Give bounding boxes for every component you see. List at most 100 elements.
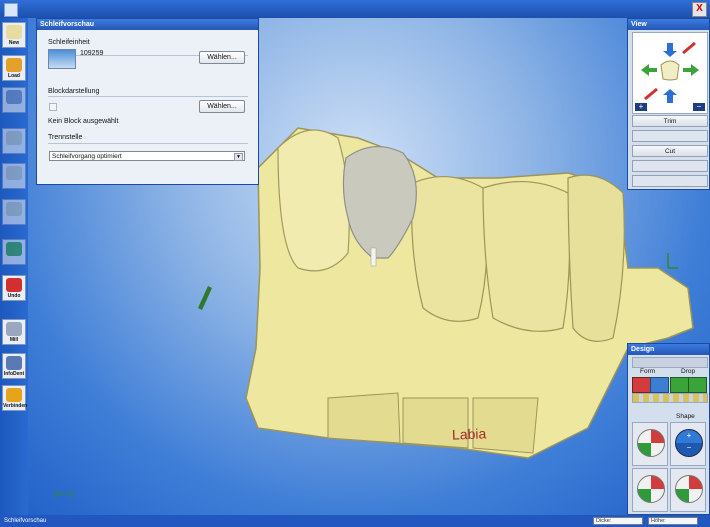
tooth-icon: [6, 25, 22, 39]
choose-block-button[interactable]: Wählen...: [199, 100, 245, 113]
info-icon: [6, 356, 22, 370]
rotate-ccw-icon[interactable]: [644, 87, 658, 101]
forward-arrow-icon: [6, 242, 22, 256]
dicke-field: Dicke:: [593, 517, 643, 525]
base-block-1: [327, 392, 401, 444]
arrow-down-icon[interactable]: [663, 89, 677, 103]
toolbar-button-tooth-icon[interactable]: [2, 128, 26, 154]
panel-title: View: [628, 19, 709, 30]
tooth-icon: [6, 202, 22, 216]
tooth-icon: [6, 131, 22, 145]
rotate-cw-icon[interactable]: [682, 41, 696, 55]
toolbar-button-label: Verbinden: [3, 403, 28, 409]
arrow-left-icon[interactable]: [641, 64, 657, 76]
shape-label: Shape: [676, 413, 695, 420]
app-icon: [4, 3, 18, 17]
panel-title: Design: [628, 344, 709, 355]
arrow-right-icon[interactable]: [683, 64, 699, 76]
separation-value: Schleifvorgang optimiert: [52, 153, 122, 160]
design-mode-bar[interactable]: [632, 357, 708, 368]
crown-sprue: [370, 247, 377, 267]
main-toolbar: New Load Undo Mill InfoDent Verbinden: [0, 18, 28, 515]
separation-group-label: Trennstelle: [48, 134, 83, 141]
block-group-label: Blockdarstellung: [48, 88, 100, 95]
toolbar-button-undo[interactable]: Undo: [2, 275, 26, 301]
view-orientation-widget[interactable]: + −: [632, 32, 708, 114]
view-button-disabled-3[interactable]: [632, 160, 708, 172]
form-tool-button[interactable]: [632, 377, 651, 393]
lifebuoy-icon: [637, 475, 665, 503]
folder-icon: [6, 58, 22, 72]
title-bar: X: [0, 0, 710, 18]
toolbar-button-label: Mill: [9, 337, 19, 343]
zoom-out-button[interactable]: −: [693, 103, 705, 111]
panel-title: Schleifvorschau: [37, 19, 258, 30]
toolbar-button-label: Undo: [7, 293, 21, 299]
view-button-disabled-4[interactable]: [632, 175, 708, 187]
smooth-tool-tile-2[interactable]: [632, 468, 668, 512]
toolbar-button-new[interactable]: New: [2, 22, 26, 48]
orientation-marker: [198, 286, 212, 310]
form-tool-button-2[interactable]: [650, 377, 669, 393]
schleifvorschau-panel: Schleifvorschau Schleifeinheit 109259 Wä…: [36, 18, 259, 185]
toolbar-button-label: Load: [8, 73, 20, 79]
toolbar-button-tooth-icon[interactable]: [2, 199, 26, 225]
view-panel: View + − Trim Cut: [627, 18, 710, 190]
tooth-icon: [660, 60, 680, 81]
shape-adjust-icon: + −: [675, 429, 703, 457]
zoom-in-button[interactable]: +: [635, 103, 647, 111]
tooth-left: [277, 129, 350, 272]
toolbar-button-forward-arrow-icon[interactable]: [2, 239, 26, 265]
axis-indicator: [667, 253, 678, 269]
shape-tool-tile[interactable]: + −: [670, 422, 706, 466]
view-button-cut[interactable]: Cut: [632, 145, 708, 157]
labial-label: Labia: [451, 425, 487, 443]
toolbar-button-mill[interactable]: Mill: [2, 319, 26, 345]
toolbar-button-label: InfoDent: [3, 371, 25, 377]
size-slider[interactable]: [632, 393, 708, 403]
divider: [48, 143, 248, 144]
status-text: Schleifvorschau: [4, 518, 47, 524]
close-button[interactable]: X: [692, 2, 707, 17]
form-label: Form: [640, 368, 656, 375]
undo-icon: [6, 278, 22, 292]
save-icon: [6, 90, 22, 104]
unit-id: 109259: [80, 50, 104, 57]
shape-minus: −: [686, 443, 692, 452]
tooth-icon: [6, 166, 22, 180]
block-checkbox[interactable]: [49, 103, 57, 111]
design-panel: Design Form Drop Shape + −: [627, 343, 710, 515]
chevron-down-icon: ▼: [234, 153, 243, 161]
shape-plus: +: [686, 431, 692, 440]
toolbar-button-save-icon[interactable]: [2, 87, 26, 113]
drop-label: Drop: [681, 368, 696, 375]
arrow-up-icon[interactable]: [663, 43, 677, 57]
divider: [48, 96, 248, 97]
mill-icon: [6, 322, 22, 336]
tooth-far-right: [567, 174, 625, 342]
globe-icon: [6, 388, 22, 402]
status-bar: Schleifvorschau Dicke: Höhe:: [0, 515, 710, 527]
drop-tool-button-2[interactable]: [688, 377, 707, 393]
toolbar-button-load[interactable]: Load: [2, 55, 26, 81]
toolbar-button-label: New: [8, 40, 20, 46]
lifebuoy-icon: [637, 429, 665, 457]
tooth-mid: [411, 175, 488, 322]
toolbar-button-tooth-icon[interactable]: [2, 163, 26, 189]
choose-unit-button[interactable]: Wählen...: [199, 51, 245, 64]
lifebuoy-icon: [675, 475, 703, 503]
drop-tool-button[interactable]: [670, 377, 689, 393]
grinding-unit-icon: [48, 49, 76, 69]
view-button-disabled-1[interactable]: [632, 130, 708, 142]
unit-group-label: Schleifeinheit: [48, 39, 90, 46]
view-button-trim[interactable]: Trim: [632, 115, 708, 127]
hoehe-field: Höhe:: [648, 517, 698, 525]
toolbar-button-verbinden[interactable]: Verbinden: [2, 385, 28, 411]
block-status: Kein Block ausgewählt: [48, 118, 119, 125]
scale-bar: [55, 490, 73, 498]
separation-select[interactable]: Schleifvorgang optimiert ▼: [49, 151, 245, 161]
toolbar-button-infodent[interactable]: InfoDent: [2, 353, 26, 379]
smooth-tool-tile-3[interactable]: [670, 468, 706, 512]
smooth-tool-tile[interactable]: [632, 422, 668, 466]
tooth-right: [482, 181, 571, 332]
